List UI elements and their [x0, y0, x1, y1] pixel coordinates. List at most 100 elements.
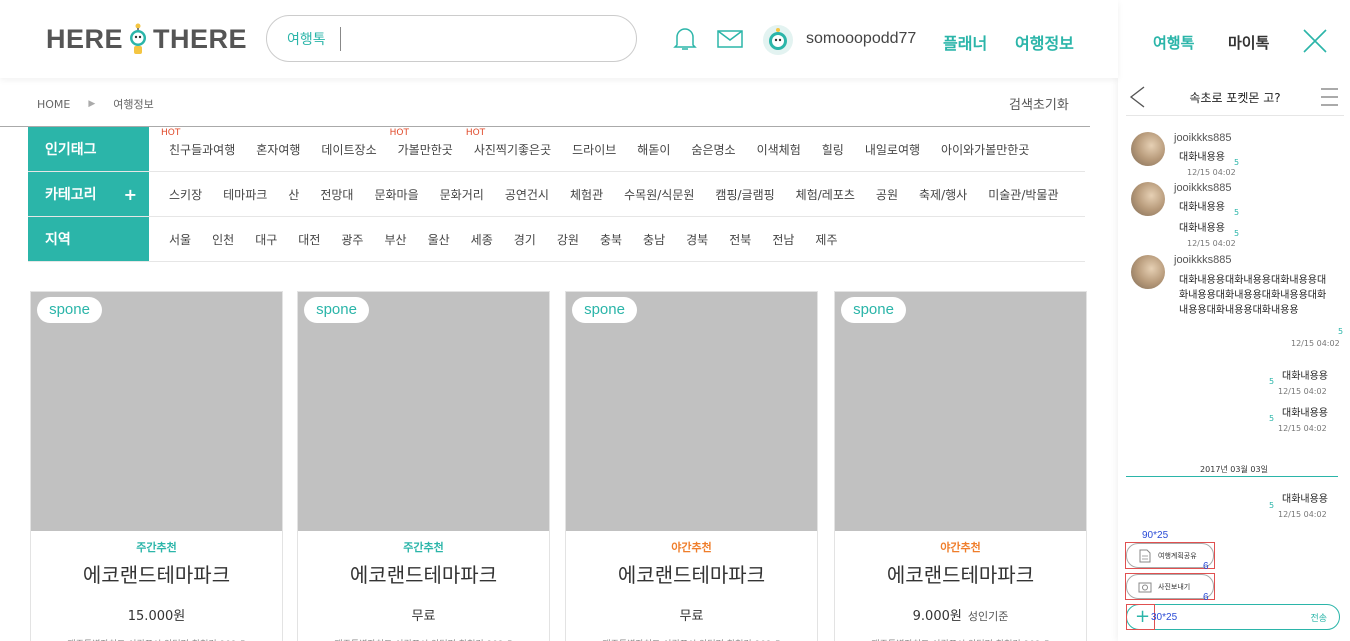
message-sender: jooikkks885 [1174, 182, 1232, 194]
region-tag[interactable]: 충남 [643, 231, 665, 248]
place-image[interactable]: spone [31, 292, 282, 531]
popular-tag[interactable]: 데이트장소 [321, 141, 376, 158]
place-card[interactable]: spone 야간추천에코랜드테마파크무료제주특별자치도 서귀포시 안덕면 창천리 … [565, 291, 818, 641]
tag-label: 부산 [384, 232, 407, 247]
chat-input[interactable] [1157, 609, 1297, 625]
category-tag[interactable]: 공연건시 [505, 186, 549, 203]
tag-label: 미술관/박물관 [988, 187, 1059, 202]
search-box[interactable]: 여행톡 [266, 15, 637, 62]
popular-tag[interactable]: 사진찍기좋은곳 HOT [466, 128, 551, 158]
place-card[interactable]: spone 야간추천에코랜드테마파크 9.000원 성인기준제주특별자치도 서귀포시 … [834, 291, 1087, 641]
popular-tag[interactable]: 혼자여행 [256, 141, 300, 158]
category-tag[interactable]: 체험/레포츠 [796, 186, 855, 203]
category-tag[interactable]: 산 [288, 186, 299, 203]
tag-label: 전망대 [320, 187, 354, 202]
message-text: 대화내용용대화내용용대화내용용대화내용용대화내용용대화내용용대화내용용대화내용용… [1179, 275, 1327, 316]
category-tag[interactable]: 미술관/박물관 [988, 186, 1058, 203]
mail-icon[interactable] [717, 30, 743, 52]
place-card[interactable]: spone 주간추천에코랜드테마파크무료제주특별자치도 서귀포시 안덕면 창천리 … [297, 291, 550, 641]
place-address: 제주특별자치도 서귀포시 안덕면 창천리 901-5 [835, 637, 1086, 641]
category-tag[interactable]: 전망대 [320, 186, 353, 203]
avatar[interactable] [762, 24, 794, 60]
logo-there: THERE [153, 23, 248, 54]
search-scope-label[interactable]: 여행톡 [287, 29, 326, 49]
logo[interactable]: HERE THERE [46, 22, 247, 56]
popular-tag[interactable]: 이색체험 [757, 141, 801, 158]
region-tag[interactable]: 광주 [341, 231, 363, 248]
category-tag[interactable]: 스키장 [169, 186, 202, 203]
tag-label: 체험관 [569, 187, 604, 202]
category-tag[interactable]: 수목원/식문원 [624, 186, 694, 203]
place-card[interactable]: spone 주간추천에코랜드테마파크 15.000원제주특별자치도 서귀포시 안덕면… [30, 291, 283, 641]
region-tag[interactable]: 전남 [772, 231, 794, 248]
filter-header-category[interactable]: 카테고리 + [28, 172, 149, 216]
category-tag[interactable]: 테마파크 [223, 186, 267, 203]
place-title[interactable]: 에코랜드테마파크 [298, 559, 549, 588]
nav-travel-info[interactable]: 여행정보 [1015, 30, 1074, 54]
region-tag[interactable]: 울산 [428, 231, 450, 248]
region-tag[interactable]: 대구 [255, 231, 277, 248]
category-tag[interactable]: 체험관 [570, 186, 603, 203]
reset-search-button[interactable]: 검색초기화 [1009, 94, 1069, 113]
region-tag[interactable]: 인천 [212, 231, 234, 248]
place-title[interactable]: 에코랜드테마파크 [31, 559, 282, 588]
popular-tag[interactable]: 가볼만한곳 HOT [390, 128, 453, 158]
region-tag[interactable]: 전북 [729, 231, 751, 248]
region-tag[interactable]: 경북 [686, 231, 708, 248]
tag-label: 데이트장소 [321, 142, 377, 157]
filter-row-region: 지역 서울 인천 대구 대전 광주 부산 울산 세종 경기 강원 충북 충남 경북 전북 전남 제주 [28, 217, 1085, 262]
category-tag[interactable]: 문화거리 [440, 186, 484, 203]
filter-row-popular: 인기태그 친구들과여행 HOT 혼자여행 데이트장소 가볼만한곳 HOT 사진찍기좋은곳 HO… [28, 127, 1085, 172]
region-tag[interactable]: 서울 [169, 231, 191, 248]
place-image[interactable]: spone [566, 292, 817, 531]
popular-tag[interactable]: 숨은명소 [691, 141, 735, 158]
avatar[interactable] [1131, 255, 1165, 289]
my-message-text: 대화내용용 [1282, 408, 1328, 419]
category-tag[interactable]: 문화마을 [374, 186, 418, 203]
place-price: 15.000원 [31, 605, 282, 624]
send-button[interactable]: 전송 [1310, 611, 1327, 624]
chat-panel: 여행톡 마이톡 속초로 포켓몬 고? jooikkks885 대화내용용 5 1… [1118, 0, 1350, 641]
region-tag[interactable]: 세종 [471, 231, 493, 248]
popular-tag[interactable]: 드라이브 [572, 141, 616, 158]
breadcrumb-home[interactable]: HOME [37, 98, 70, 111]
region-tag[interactable]: 강원 [557, 231, 579, 248]
tag-label: 서울 [169, 232, 192, 247]
close-icon[interactable] [1303, 29, 1327, 57]
tab-my-talk[interactable]: 마이톡 [1228, 32, 1269, 53]
region-tag[interactable]: 제주 [815, 231, 837, 248]
avatar[interactable] [1131, 132, 1165, 166]
filter-row-category: 카테고리 + 스키장 테마파크 산 전망대 문화마을 문화거리 공연건시 체험관 수목원/식문원… [28, 172, 1085, 217]
popular-tag[interactable]: 아이와가볼만한곳 [941, 141, 1029, 158]
popular-tag[interactable]: 내일로여행 [865, 141, 920, 158]
region-tag[interactable]: 대전 [298, 231, 320, 248]
place-image[interactable]: spone [298, 292, 549, 531]
place-image[interactable]: spone [835, 292, 1086, 531]
tab-travel-talk[interactable]: 여행톡 [1153, 32, 1194, 53]
region-tag[interactable]: 경기 [514, 231, 536, 248]
bell-icon[interactable] [673, 26, 697, 56]
annotation-box [1125, 573, 1215, 600]
logo-here: HERE [46, 23, 124, 54]
popular-tag[interactable]: 힐링 [822, 141, 844, 158]
username[interactable]: somooopodd77 [806, 30, 916, 48]
tag-label: 울산 [427, 232, 450, 247]
place-title[interactable]: 에코랜드테마파크 [835, 559, 1086, 588]
expand-plus-icon[interactable]: + [124, 185, 137, 204]
menu-icon[interactable] [1321, 88, 1338, 110]
popular-tag[interactable]: 친구들과여행 HOT [161, 128, 235, 158]
region-tag[interactable]: 충북 [600, 231, 622, 248]
recommend-type: 주간추천 [403, 541, 444, 554]
search-input[interactable] [348, 30, 636, 47]
category-tag[interactable]: 캠핑/글램핑 [715, 186, 774, 203]
category-tag[interactable]: 공원 [876, 186, 898, 203]
region-tag[interactable]: 부산 [384, 231, 406, 248]
category-tag[interactable]: 축제/행사 [919, 186, 967, 203]
tag-label: 캠핑/글램핑 [715, 187, 775, 202]
place-title[interactable]: 에코랜드테마파크 [566, 559, 817, 588]
place-address: 제주특별자치도 서귀포시 안덕면 창천리 901-5 [298, 637, 549, 641]
tag-label: 체험/레포츠 [795, 187, 855, 202]
popular-tag[interactable]: 해돋이 [637, 141, 670, 158]
nav-planner[interactable]: 플래너 [943, 30, 987, 54]
avatar[interactable] [1131, 182, 1165, 216]
